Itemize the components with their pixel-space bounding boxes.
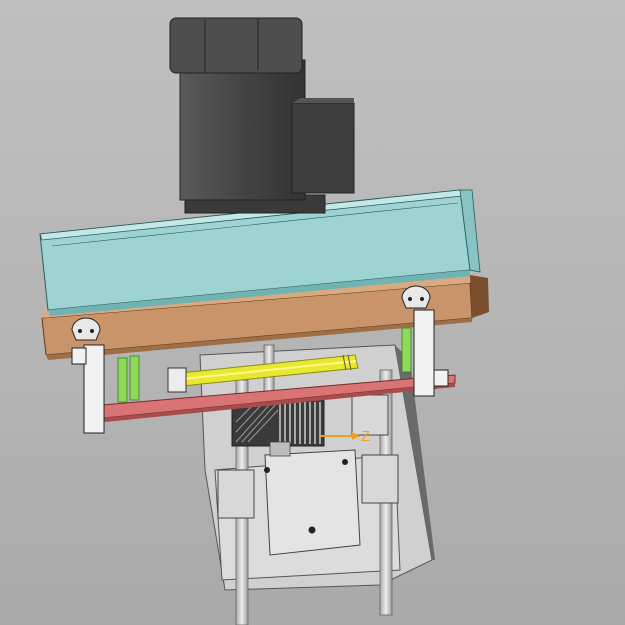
- assembly-model[interactable]: Z: [0, 0, 625, 625]
- z-axis-label: Z: [361, 428, 370, 445]
- cad-3d-viewport[interactable]: Z: [0, 0, 625, 625]
- motor: [169, 17, 355, 214]
